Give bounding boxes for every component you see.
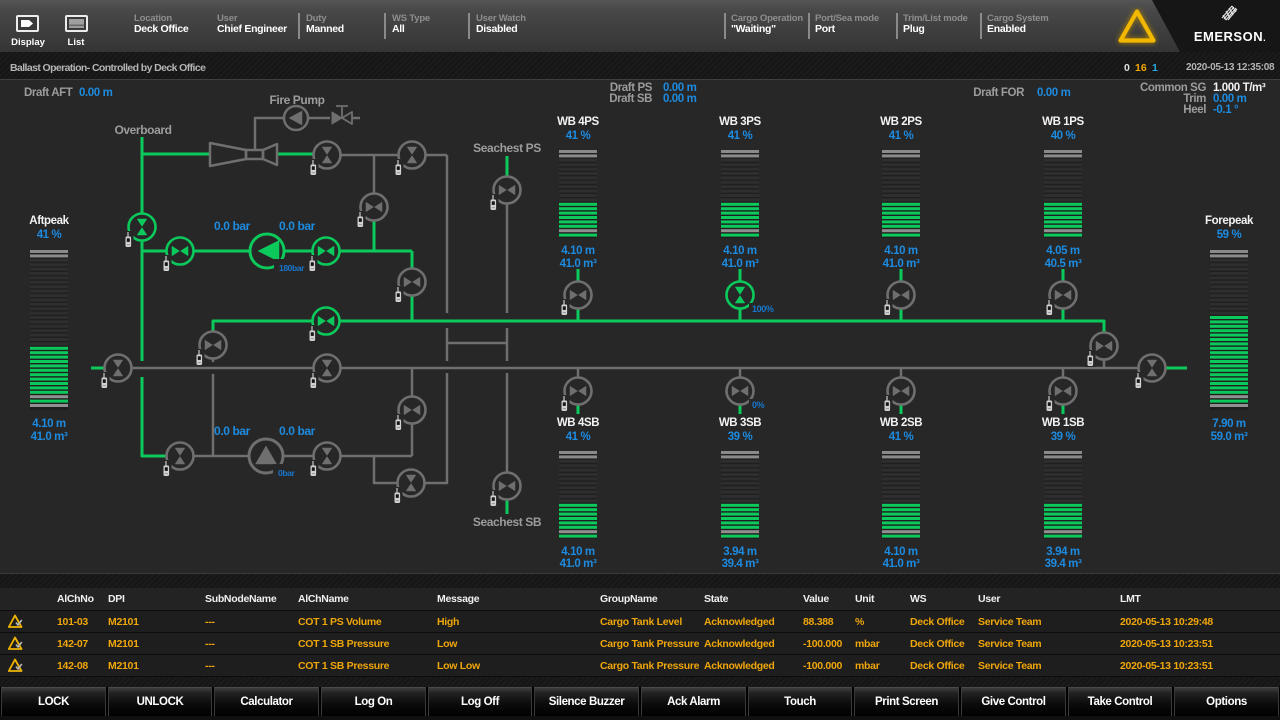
svg-text:0%: 0% — [752, 400, 765, 410]
svg-text:41.0 m³: 41.0 m³ — [722, 258, 759, 270]
svg-text:Draft FOR: Draft FOR — [973, 87, 1025, 99]
svg-text:4.10 m: 4.10 m — [32, 418, 66, 430]
svg-text:WB 3SB: WB 3SB — [719, 417, 761, 429]
svg-text:41 %: 41 % — [37, 229, 62, 241]
svg-text:WB 2PS: WB 2PS — [880, 116, 922, 128]
svg-text:39.4 m³: 39.4 m³ — [1045, 558, 1082, 570]
svg-text:0.0 bar: 0.0 bar — [214, 219, 251, 233]
svg-text:Overboard: Overboard — [114, 123, 171, 137]
svg-text:WB 3PS: WB 3PS — [719, 116, 761, 128]
svg-text:41 %: 41 % — [889, 130, 914, 142]
svg-text:41.0 m³: 41.0 m³ — [560, 558, 597, 570]
svg-text:Seachest SB: Seachest SB — [473, 515, 542, 529]
svg-text:41 %: 41 % — [889, 431, 914, 443]
svg-text:4.10 m: 4.10 m — [884, 245, 918, 257]
svg-text:41 %: 41 % — [566, 431, 591, 443]
svg-text:0.0 bar: 0.0 bar — [214, 424, 251, 438]
svg-text:4.05 m: 4.05 m — [1046, 245, 1080, 257]
svg-text:Draft AFT: Draft AFT — [24, 87, 73, 99]
svg-text:41.0 m³: 41.0 m³ — [560, 258, 597, 270]
svg-text:Forepeak: Forepeak — [1205, 215, 1254, 227]
svg-text:Seachest PS: Seachest PS — [473, 141, 541, 155]
svg-text:0.0 bar: 0.0 bar — [279, 424, 316, 438]
svg-text:59.0 m³: 59.0 m³ — [1211, 431, 1248, 443]
svg-text:41.0 m³: 41.0 m³ — [883, 558, 920, 570]
svg-text:Heel: Heel — [1183, 104, 1206, 116]
svg-text:41 %: 41 % — [728, 130, 753, 142]
svg-text:39.4 m³: 39.4 m³ — [722, 558, 759, 570]
svg-text:0.0 bar: 0.0 bar — [279, 219, 316, 233]
svg-text:0.00 m: 0.00 m — [79, 87, 113, 99]
svg-text:WB 1PS: WB 1PS — [1042, 116, 1084, 128]
svg-text:59 %: 59 % — [1217, 229, 1242, 241]
svg-text:39 %: 39 % — [1051, 431, 1076, 443]
svg-text:3.94 m: 3.94 m — [723, 546, 757, 558]
svg-text:40.5 m³: 40.5 m³ — [1045, 258, 1082, 270]
svg-text:180bar: 180bar — [279, 263, 305, 273]
svg-text:0.00 m: 0.00 m — [663, 93, 697, 105]
svg-text:Draft SB: Draft SB — [609, 93, 652, 105]
svg-text:WB 4PS: WB 4PS — [557, 116, 599, 128]
svg-text:WB 1SB: WB 1SB — [1042, 417, 1084, 429]
svg-text:0bar: 0bar — [278, 468, 295, 478]
svg-text:40 %: 40 % — [1051, 130, 1076, 142]
svg-text:WB 4SB: WB 4SB — [557, 417, 599, 429]
svg-text:4.10 m: 4.10 m — [561, 546, 595, 558]
svg-text:-0.1 °: -0.1 ° — [1213, 104, 1239, 116]
svg-text:41.0 m³: 41.0 m³ — [31, 431, 68, 443]
svg-text:39 %: 39 % — [728, 431, 753, 443]
svg-text:4.10 m: 4.10 m — [561, 245, 595, 257]
svg-text:Aftpeak: Aftpeak — [29, 215, 69, 227]
svg-text:41 %: 41 % — [566, 130, 591, 142]
svg-text:4.10 m: 4.10 m — [884, 546, 918, 558]
svg-text:41.0 m³: 41.0 m³ — [883, 258, 920, 270]
svg-text:3.94 m: 3.94 m — [1046, 546, 1080, 558]
svg-text:0.00 m: 0.00 m — [1037, 87, 1071, 99]
svg-text:100%: 100% — [752, 304, 774, 314]
svg-text:WB 2SB: WB 2SB — [880, 417, 922, 429]
svg-text:4.10 m: 4.10 m — [723, 245, 757, 257]
svg-text:7.90 m: 7.90 m — [1212, 418, 1246, 430]
